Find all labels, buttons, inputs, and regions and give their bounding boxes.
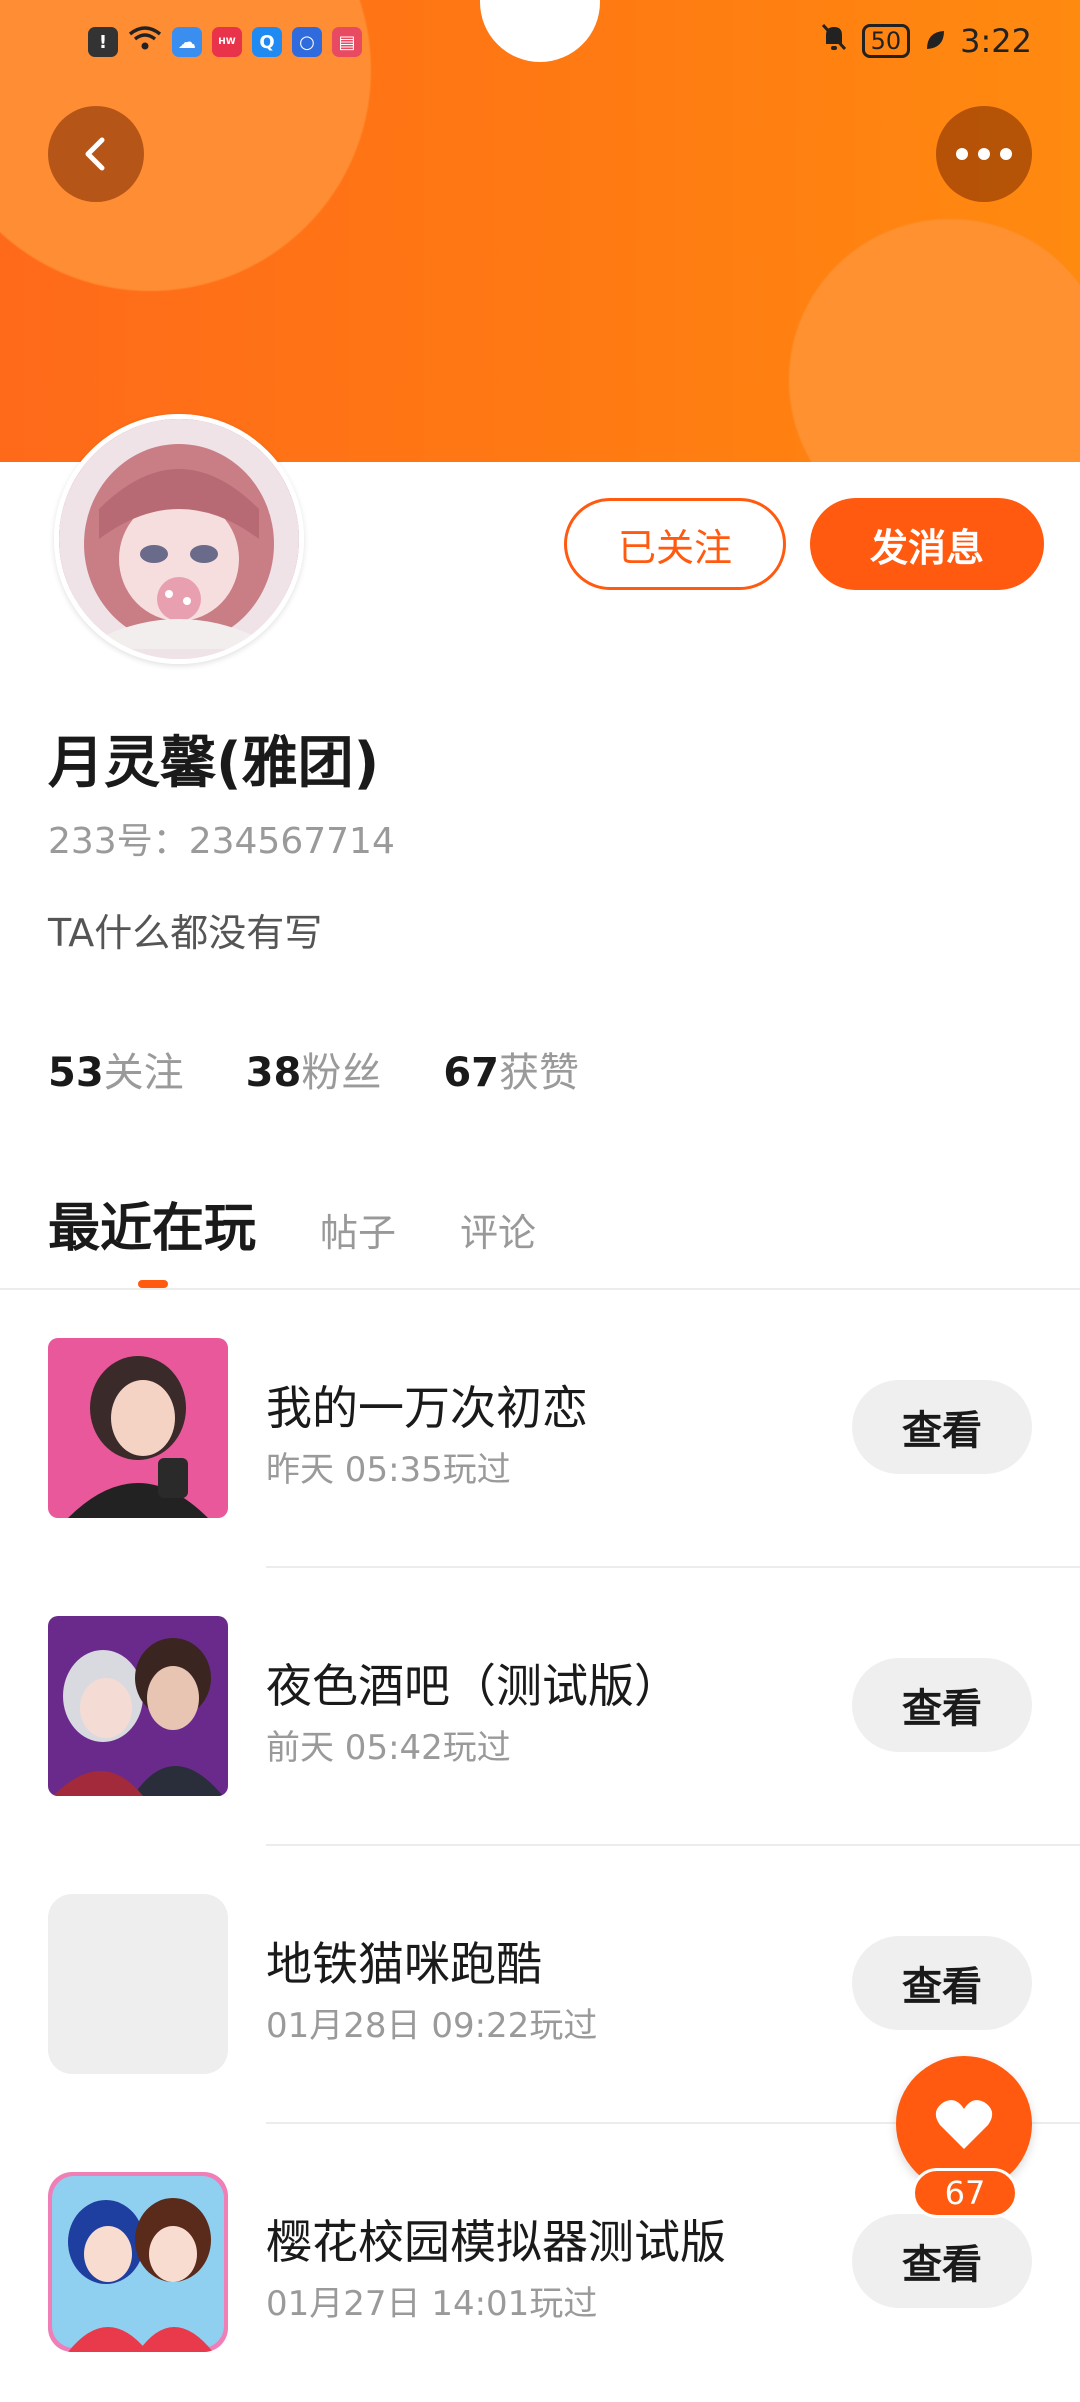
game-thumbnail[interactable]	[48, 1338, 228, 1518]
profile-stats: 53关注 38粉丝 67获赞	[48, 1040, 579, 1098]
game-title[interactable]: 我的一万次初恋	[266, 1372, 588, 1438]
status-icons-left: ! ☁ HW Q ○ ▤	[88, 24, 362, 60]
active-tab-indicator	[138, 1280, 168, 1288]
heart-icon	[935, 2100, 993, 2149]
back-button[interactable]	[48, 106, 144, 202]
chevron-left-icon	[85, 137, 105, 171]
leaf-icon	[924, 22, 946, 60]
battery-level: 50	[861, 24, 911, 58]
game-thumbnail-placeholder[interactable]	[48, 1894, 228, 2074]
view-button[interactable]: 查看	[852, 1380, 1032, 1474]
wifi-icon	[128, 24, 162, 60]
user-id: 233号：234567714	[48, 821, 395, 862]
stat-followers[interactable]: 38粉丝	[246, 1040, 382, 1098]
status-bar: ! ☁ HW Q ○ ▤ 50 3:22	[0, 12, 1080, 72]
game-played-time: 昨天 05:35玩过	[266, 1450, 511, 1490]
huawei-app-icon: HW	[212, 27, 242, 57]
list-item: 夜色酒吧（测试版） 前天 05:42玩过 查看	[0, 1568, 1080, 1846]
game-thumbnail[interactable]	[48, 1616, 228, 1796]
more-dots-icon	[956, 148, 1012, 160]
bulb-app-icon: ○	[292, 27, 322, 57]
tab-comments[interactable]: 评论	[460, 1202, 536, 1257]
search-app-icon: Q	[252, 27, 282, 57]
stat-following-count: 53	[48, 1050, 104, 1096]
send-message-button[interactable]: 发消息	[810, 498, 1044, 590]
book-app-icon: ▤	[332, 27, 362, 57]
game-played-time: 前天 05:42玩过	[266, 1728, 511, 1768]
stat-likes[interactable]: 67获赞	[443, 1040, 579, 1098]
stat-likes-count: 67	[443, 1050, 500, 1096]
stat-following[interactable]: 53关注	[48, 1040, 184, 1098]
view-button[interactable]: 查看	[852, 1936, 1032, 2030]
like-count-badge: 67	[912, 2168, 1018, 2218]
bell-off-icon	[820, 22, 848, 60]
game-thumbnail[interactable]	[48, 2172, 228, 2352]
user-name: 月灵馨(雅团)	[48, 731, 380, 796]
stat-following-label: 关注	[103, 1050, 184, 1096]
status-icons-right: 50 3:22	[820, 22, 1032, 60]
clock-time: 3:22	[960, 22, 1032, 60]
game-played-time: 01月27日 14:01玩过	[266, 2284, 598, 2324]
tab-posts[interactable]: 帖子	[320, 1202, 396, 1257]
avatar[interactable]	[54, 414, 304, 664]
view-button[interactable]: 查看	[852, 1658, 1032, 1752]
cloud-icon: ☁	[172, 27, 202, 57]
stat-followers-label: 粉丝	[301, 1050, 382, 1096]
stat-followers-count: 38	[245, 1050, 302, 1096]
view-button[interactable]: 查看	[852, 2214, 1032, 2308]
profile-tabs: 最近在玩 帖子 评论	[48, 1186, 536, 1261]
tab-recently-played[interactable]: 最近在玩	[48, 1186, 256, 1261]
game-played-time: 01月28日 09:22玩过	[266, 2006, 598, 2046]
alert-icon: !	[88, 27, 118, 57]
profile-header-banner: ! ☁ HW Q ○ ▤ 50 3:22	[0, 0, 1080, 462]
game-title[interactable]: 樱花校园模拟器测试版	[266, 2206, 726, 2272]
more-options-button[interactable]	[936, 106, 1032, 202]
stat-likes-label: 获赞	[499, 1050, 580, 1096]
followed-button[interactable]: 已关注	[564, 498, 786, 590]
game-title[interactable]: 夜色酒吧（测试版）	[266, 1650, 680, 1716]
user-bio: TA什么都没有写	[48, 911, 323, 955]
game-title[interactable]: 地铁猫咪跑酷	[266, 1928, 542, 1994]
list-item: 我的一万次初恋 昨天 05:35玩过 查看	[0, 1290, 1080, 1568]
avatar-image	[59, 419, 299, 659]
